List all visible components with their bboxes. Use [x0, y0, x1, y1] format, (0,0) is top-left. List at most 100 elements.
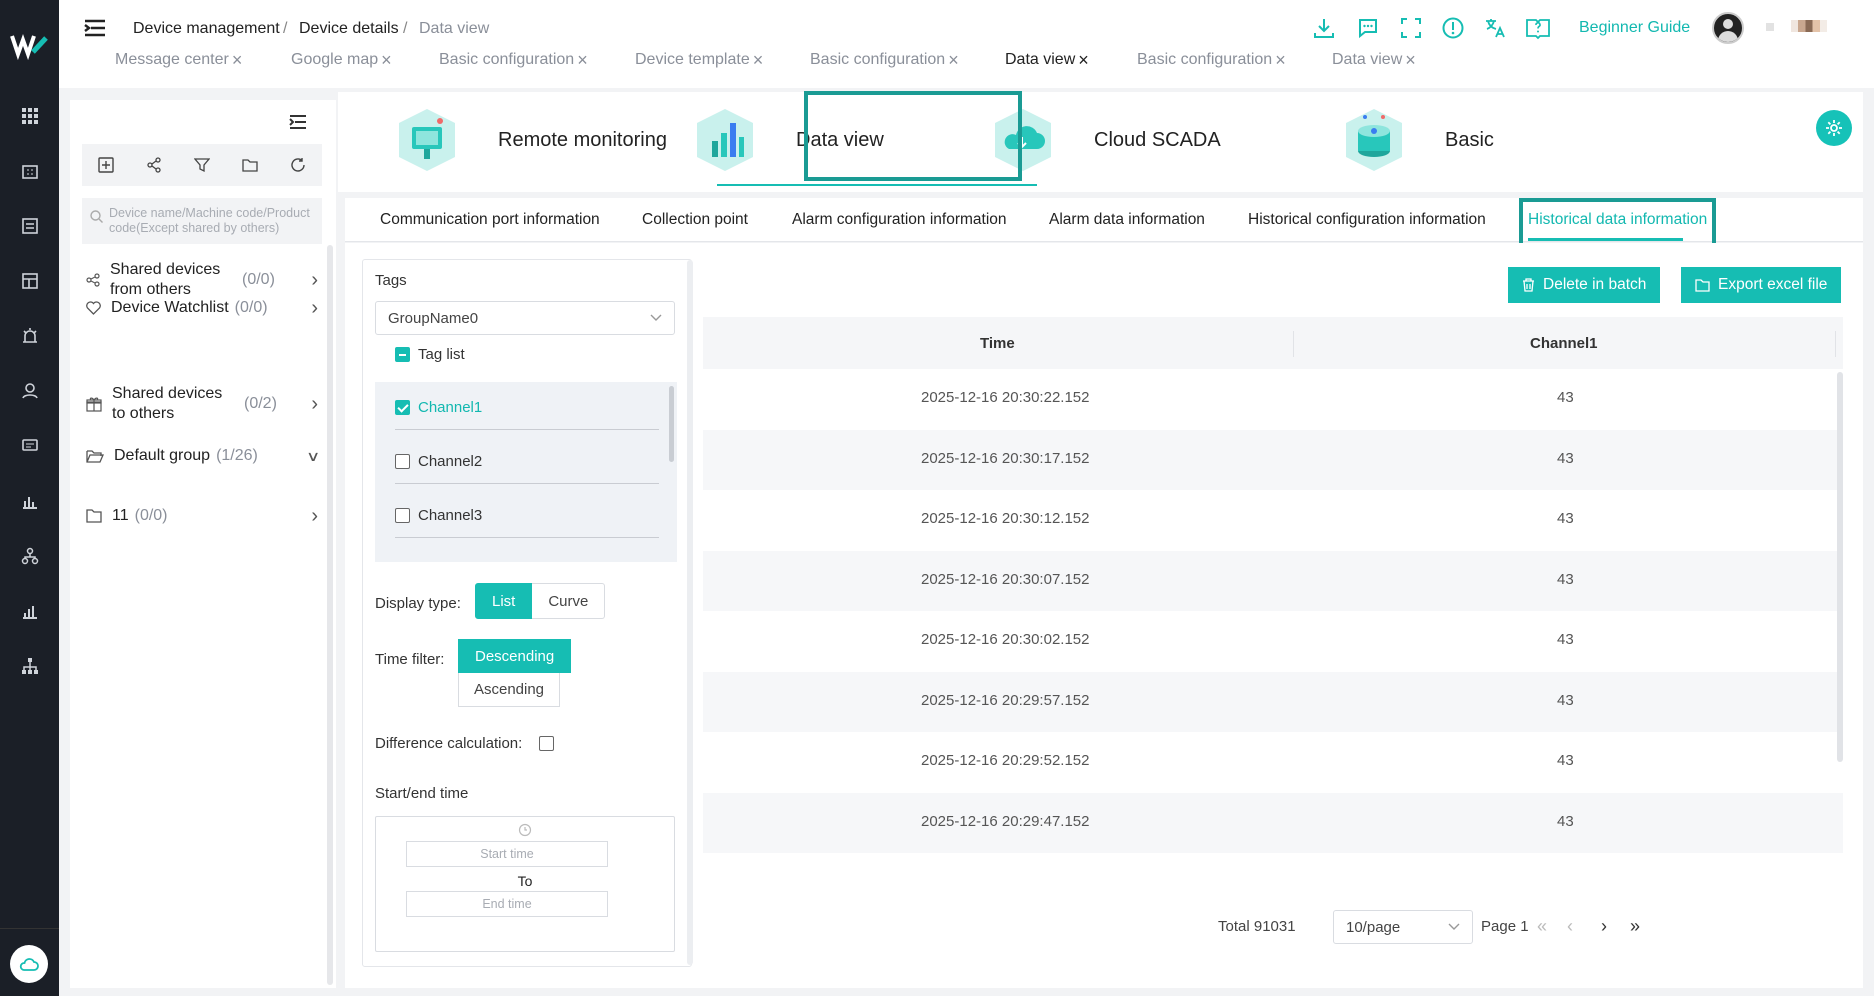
beginner-guide-link[interactable]: Beginner Guide — [1579, 19, 1690, 37]
table-row[interactable]: 2025-12-16 20:30:07.152 43 — [703, 550, 1843, 611]
chevron-down-icon[interactable]: ∨ — [306, 448, 320, 465]
tab-historical-configuration[interactable]: Historical configuration information — [1248, 211, 1486, 229]
tab-message-center[interactable]: Message center × — [115, 51, 242, 69]
table-row[interactable]: 2025-12-16 20:30:17.152 43 — [703, 429, 1843, 490]
breadcrumb-item[interactable]: Device details — [299, 20, 399, 38]
tab-device-template[interactable]: Device template × — [635, 51, 763, 69]
device-search-input[interactable]: Device name/Machine code/Product code(Ex… — [82, 198, 322, 244]
channel2-checkbox[interactable] — [395, 454, 410, 469]
close-icon[interactable]: × — [1275, 51, 1286, 69]
user-name-masked[interactable] — [1791, 20, 1827, 32]
table-row[interactable]: 2025-12-16 20:29:52.152 43 — [703, 732, 1843, 792]
chevron-right-icon[interactable]: › — [311, 297, 318, 320]
tab-data-view[interactable]: Data view × — [1332, 51, 1416, 69]
end-time-input[interactable]: End time — [406, 891, 608, 917]
tag-list-scrollbar[interactable] — [669, 386, 674, 462]
tab-collection-point[interactable]: Collection point — [642, 211, 748, 229]
prev-page-icon[interactable]: ‹ — [1567, 916, 1573, 937]
chevron-right-icon[interactable]: › — [311, 269, 318, 292]
curve-option[interactable]: Curve — [532, 583, 606, 619]
ascending-option[interactable]: Ascending — [458, 673, 560, 707]
column-header-time[interactable]: Time — [980, 335, 1015, 352]
table-row[interactable]: 2025-12-16 20:30:12.152 43 — [703, 490, 1843, 550]
tag-list-checkbox[interactable] — [395, 347, 410, 362]
table-row[interactable]: 2025-12-16 20:30:22.152 43 — [703, 369, 1843, 429]
last-page-icon[interactable]: » — [1630, 916, 1640, 937]
network-icon[interactable] — [17, 653, 43, 679]
tag-row-channel3[interactable]: Channel3 — [395, 494, 659, 538]
shared-from-others-item[interactable]: Shared devices from others (0/0) › — [86, 260, 318, 300]
table-row[interactable]: 2025-12-16 20:29:47.152 43 — [703, 792, 1843, 853]
folder-icon[interactable] — [242, 157, 258, 173]
column-header-channel1[interactable]: Channel1 — [1530, 335, 1598, 352]
next-page-icon[interactable]: › — [1601, 916, 1607, 937]
difference-checkbox[interactable] — [539, 736, 554, 751]
tab-basic-configuration[interactable]: Basic configuration × — [810, 51, 959, 69]
download-icon[interactable] — [1310, 14, 1338, 42]
alarm-icon[interactable] — [17, 323, 43, 349]
chevron-right-icon[interactable]: › — [311, 505, 318, 528]
panel-scrollbar[interactable] — [327, 245, 333, 985]
cloud-icon[interactable] — [10, 945, 48, 983]
table-row[interactable]: 2025-12-16 20:30:02.152 43 — [703, 611, 1843, 671]
breadcrumb-item[interactable]: Device management — [133, 20, 280, 38]
close-icon[interactable]: × — [753, 51, 764, 69]
tag-row-channel2[interactable]: Channel2 — [395, 440, 659, 484]
channel3-checkbox[interactable] — [395, 508, 410, 523]
close-icon[interactable]: × — [948, 51, 959, 69]
avatar[interactable] — [1712, 12, 1744, 44]
message-icon[interactable] — [17, 433, 43, 459]
channel1-checkbox[interactable] — [395, 400, 410, 415]
apps-grid-icon[interactable] — [17, 103, 43, 129]
descending-option[interactable]: Descending — [458, 639, 572, 673]
refresh-icon[interactable] — [290, 157, 306, 173]
default-group-item[interactable]: Default group (1/26) ∨ — [86, 446, 320, 466]
delete-batch-button[interactable]: Delete in batch — [1508, 267, 1661, 303]
filter-scrollbar[interactable] — [687, 260, 693, 965]
close-icon[interactable]: × — [1078, 51, 1089, 69]
collapse-panel-icon[interactable] — [288, 114, 308, 130]
user-icon[interactable] — [17, 378, 43, 404]
chart-icon[interactable] — [17, 488, 43, 514]
tag-row-channel1[interactable]: Channel1 — [395, 386, 659, 430]
tab-basic-configuration[interactable]: Basic configuration × — [439, 51, 588, 69]
list-icon[interactable] — [17, 213, 43, 239]
app-remote-monitoring[interactable]: Remote monitoring — [396, 104, 667, 176]
export-excel-button[interactable]: Export excel file — [1681, 267, 1842, 303]
device-watchlist-item[interactable]: Device Watchlist (0/0) › — [86, 297, 318, 320]
add-device-icon[interactable] — [98, 157, 114, 173]
dashboard-icon[interactable] — [17, 268, 43, 294]
tab-data-view-active[interactable]: Data view × — [1005, 51, 1089, 69]
org-icon[interactable] — [17, 543, 43, 569]
first-page-icon[interactable]: « — [1537, 916, 1547, 937]
help-book-icon[interactable] — [1524, 14, 1552, 42]
gear-icon[interactable] — [1816, 110, 1852, 146]
menu-toggle-icon[interactable] — [83, 18, 107, 40]
shared-to-others-item[interactable]: Shared devices to others (0/2) › — [86, 384, 318, 424]
info-icon[interactable] — [1439, 14, 1467, 42]
stats-icon[interactable] — [17, 598, 43, 624]
tab-alarm-data[interactable]: Alarm data information — [1049, 211, 1205, 229]
close-icon[interactable]: × — [232, 51, 243, 69]
group-select[interactable]: GroupName0 — [375, 301, 675, 335]
chat-icon[interactable] — [1354, 14, 1382, 42]
table-scrollbar[interactable] — [1837, 372, 1843, 762]
close-icon[interactable]: × — [577, 51, 588, 69]
app-cloud-scada[interactable]: Cloud SCADA — [992, 104, 1221, 176]
filter-icon[interactable] — [194, 157, 210, 173]
tab-communication-port[interactable]: Communication port information — [380, 211, 600, 229]
table-row[interactable]: 2025-12-16 20:29:57.152 43 — [703, 671, 1843, 732]
tab-google-map[interactable]: Google map × — [291, 51, 392, 69]
start-time-input[interactable]: Start time — [406, 841, 608, 867]
list-option[interactable]: List — [475, 583, 533, 619]
translate-icon[interactable] — [1481, 14, 1509, 42]
group-11-item[interactable]: 11 (0/0) › — [86, 505, 318, 528]
app-basic[interactable]: Basic — [1343, 104, 1494, 176]
building-icon[interactable] — [17, 158, 43, 184]
page-size-select[interactable]: 10/page — [1333, 910, 1473, 944]
tab-alarm-configuration[interactable]: Alarm configuration information — [792, 211, 1007, 229]
fullscreen-icon[interactable] — [1397, 14, 1425, 42]
share-icon[interactable] — [146, 157, 162, 173]
tab-basic-configuration[interactable]: Basic configuration × — [1137, 51, 1286, 69]
chevron-right-icon[interactable]: › — [311, 393, 318, 416]
